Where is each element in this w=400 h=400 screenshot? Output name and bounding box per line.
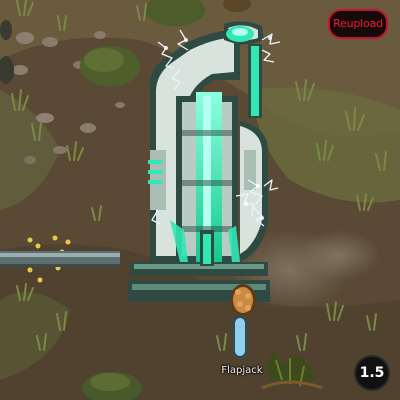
- pawn-name-label: Flapjack: [221, 365, 263, 376]
- game-viewport[interactable]: Reupload Flapjack 1.5: [0, 0, 400, 400]
- map-world[interactable]: [0, 0, 400, 400]
- power-conduit[interactable]: [0, 251, 120, 267]
- game-speed-badge[interactable]: 1.5: [354, 355, 390, 391]
- reupload-button[interactable]: Reupload: [328, 9, 388, 39]
